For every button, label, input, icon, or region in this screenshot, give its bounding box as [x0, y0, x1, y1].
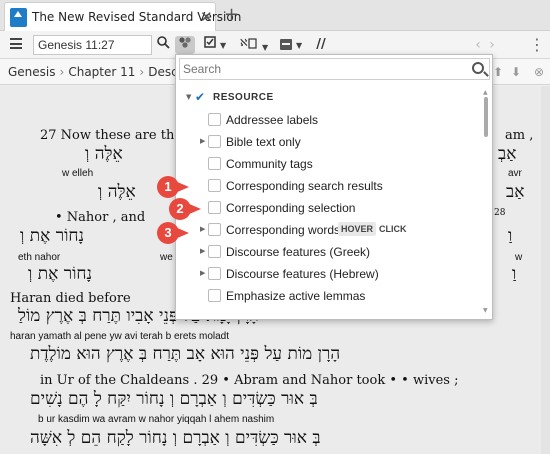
expand-right-icon[interactable]: ▶	[200, 269, 205, 277]
scroll-up-icon[interactable]: ⬆	[493, 65, 503, 79]
hebrew-line: אַבְ	[498, 144, 517, 164]
transliteration-line: we	[160, 252, 173, 263]
filter-checkbox[interactable]	[208, 157, 221, 170]
expand-right-icon[interactable]: ▶	[200, 137, 205, 145]
text-scrollbar[interactable]	[541, 86, 550, 454]
transliteration-line: avr	[508, 168, 522, 179]
interlinear-icon[interactable]: ℵ ▼	[236, 36, 272, 54]
filter-item[interactable]: Addressee labels	[176, 109, 481, 131]
visual-filters-dropdown: ▼ ✔ RESOURCE Addressee labels ▶ Bible te…	[175, 54, 493, 320]
hebrew-line: וַ	[508, 226, 513, 246]
filter-checkbox[interactable]	[208, 245, 221, 258]
svg-text:ℵ: ℵ	[240, 38, 248, 49]
pointer-arrow-icon	[187, 203, 201, 215]
callout-badge: 1	[157, 176, 197, 198]
document-tab[interactable]: The New Revised Standard Version ✕	[4, 2, 241, 31]
tab-bar: The New Revised Standard Version ✕ +	[0, 0, 550, 31]
parallel-separator-icon[interactable]: //	[312, 36, 330, 54]
resource-group-header[interactable]: ▼ ✔ RESOURCE	[176, 87, 481, 109]
callout-badge: 2	[169, 198, 209, 220]
filter-checkbox[interactable]	[208, 135, 221, 148]
more-options-icon[interactable]: ⋮	[528, 36, 546, 54]
chevron-right-icon: ›	[139, 65, 145, 79]
filter-item[interactable]: ▶ Discourse features (Hebrew)	[176, 263, 481, 285]
pointer-arrow-icon	[175, 227, 189, 239]
hebrew-line: אֵלֶּה וְ	[85, 144, 123, 164]
hebrew-line: אֵלֶּה וְ	[98, 182, 136, 202]
filter-checkbox[interactable]	[208, 267, 221, 280]
transliteration-line: w elleh	[62, 168, 94, 179]
filter-checkbox[interactable]	[208, 289, 221, 302]
hebrew-line: וַ	[512, 264, 517, 284]
search-icon[interactable]	[472, 62, 484, 74]
expand-right-icon[interactable]: ▶	[200, 225, 205, 233]
filter-item[interactable]: Emphasize active lemmas	[176, 285, 481, 307]
filter-item[interactable]: ▶ Discourse features (Greek)	[176, 241, 481, 263]
hebrew-line: נָחוֹר אֶת וְ	[20, 226, 85, 246]
forward-icon[interactable]: ›	[484, 36, 500, 54]
scrollbar-thumb[interactable]	[484, 97, 488, 137]
hebrew-line: נָחוֹר אֶת וְ	[28, 264, 93, 284]
filter-item[interactable]: ▶ Bible text only	[176, 131, 481, 153]
filter-checkbox[interactable]	[208, 223, 221, 236]
filter-item[interactable]: ▶ Corresponding words HOVER CLICK	[176, 219, 481, 241]
visual-filters-icon[interactable]	[175, 36, 195, 54]
click-option[interactable]: CLICK	[376, 222, 410, 236]
transliteration-line: w	[515, 252, 523, 263]
expand-down-icon[interactable]: ▼	[186, 93, 191, 101]
chevron-right-icon: ›	[59, 65, 65, 79]
pointer-arrow-icon	[175, 181, 189, 193]
menu-icon[interactable]	[10, 38, 22, 49]
scroll-up-icon[interactable]: ▲	[483, 89, 488, 96]
reference-input[interactable]	[33, 35, 152, 55]
filter-list: ▼ ✔ RESOURCE Addressee labels ▶ Bible te…	[176, 87, 481, 319]
verse-number: 28	[494, 208, 506, 218]
filter-scrollbar[interactable]: ▲ ▼	[482, 89, 490, 317]
scroll-down-icon[interactable]: ▼	[483, 307, 488, 314]
logos-logo-icon	[10, 8, 27, 27]
callout-badge: 3	[157, 222, 197, 244]
hover-option[interactable]: HOVER	[338, 222, 377, 236]
filter-checkbox[interactable]	[208, 179, 221, 192]
transliteration-line: eth nahor	[18, 252, 61, 263]
hebrew-line: הָרָן מוֹת עַל פְּנֵי הוּא אָב תֶּרַח בְ…	[30, 344, 341, 364]
layout-icon[interactable]: ▼	[276, 36, 306, 54]
breadcrumb-chapter[interactable]: Chapter 11	[68, 65, 135, 79]
filter-search-input[interactable]	[183, 61, 463, 77]
tagging-checkbox-icon[interactable]: ▼	[200, 36, 230, 54]
breadcrumb-book[interactable]: Genesis	[8, 65, 56, 79]
hebrew-line: אַב	[506, 182, 525, 202]
filter-item[interactable]: Corresponding search results	[176, 175, 481, 197]
close-pane-icon[interactable]: ⊗	[534, 65, 544, 79]
hebrew-line: בְּ אוּר כַּשְׂדִּים וְ אַבְרָם וְ נָחוֹ…	[30, 389, 318, 409]
hebrew-line: בְּ אוּר כַּשְׂדִּים וְ אַבְרָם וְ נָחוֹ…	[30, 428, 321, 448]
filter-search-box	[179, 58, 490, 80]
tab-close-icon[interactable]: ✕	[200, 8, 213, 26]
english-line: Haran died before	[10, 291, 131, 306]
english-line: 27 Now these are the	[40, 128, 183, 143]
expand-right-icon[interactable]: ▶	[200, 247, 205, 255]
filter-item[interactable]: Corresponding selection	[176, 197, 481, 219]
english-line: • Nahor , and	[55, 210, 146, 225]
filter-checkbox[interactable]	[208, 113, 221, 126]
english-line: in Ur of the Chaldeans . 29 • Abram and …	[40, 373, 459, 388]
english-line: am ,	[505, 128, 534, 143]
transliteration-line: haran yamath al pene yw avi terah b eret…	[10, 331, 230, 342]
checkmark-icon[interactable]: ✔	[195, 91, 208, 104]
search-icon[interactable]	[156, 36, 170, 54]
new-tab-button[interactable]: +	[224, 4, 239, 25]
filter-checkbox[interactable]	[208, 201, 221, 214]
transliteration-line: b ur kasdim wa avram w nahor yiqqah l ah…	[38, 414, 275, 425]
scroll-down-icon[interactable]: ⬇	[511, 65, 521, 79]
filter-item[interactable]: Community tags	[176, 153, 481, 175]
